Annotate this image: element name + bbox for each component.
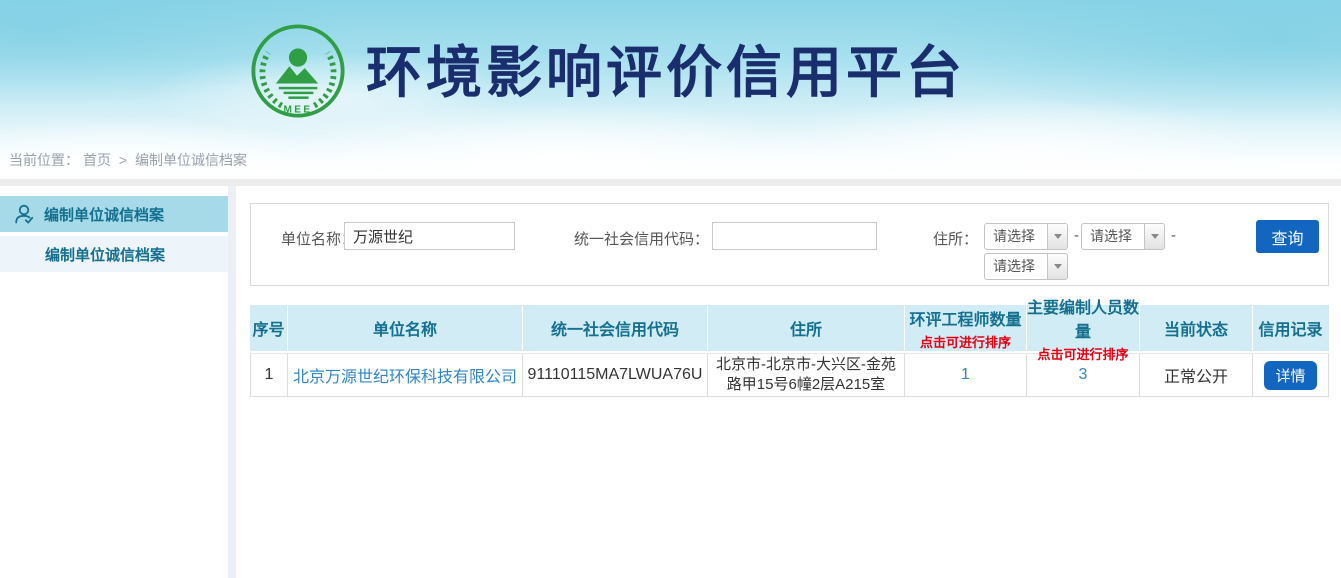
- city-select[interactable]: 请选择: [1081, 223, 1165, 250]
- province-select-value: 请选择: [985, 224, 1047, 249]
- col-header-staff-count-label: 主要编制人员数量: [1027, 294, 1139, 342]
- address-text: 北京市-北京市-大兴区-金苑路甲15号6幢2层A215室: [708, 355, 904, 396]
- page: MEE 环境影响评价信用平台 当前位置：首页 > 编制单位诚信档案 编制单位诚信…: [0, 0, 1341, 578]
- col-header-engineer-count-sortable[interactable]: 环评工程师数量 点击可进行排序: [905, 305, 1027, 351]
- staff-count-link[interactable]: 3: [1079, 366, 1088, 384]
- col-header-credit-code: 统一社会信用代码: [523, 305, 708, 351]
- sidebar-item-label: 编制单位诚信档案: [44, 204, 164, 225]
- cell-address: 北京市-北京市-大兴区-金苑路甲15号6幢2层A215室: [708, 354, 905, 396]
- sidebar-subitem-label: 编制单位诚信档案: [45, 244, 165, 265]
- chevron-down-icon: [1151, 234, 1159, 239]
- user-check-icon: [13, 203, 35, 225]
- district-select-button[interactable]: [1047, 254, 1067, 279]
- cell-credit-code: 91110115MA7LWUA76U: [523, 354, 708, 396]
- chevron-down-icon: [1054, 264, 1062, 269]
- district-select[interactable]: 请选择: [984, 253, 1068, 280]
- credit-code-label: 统一社会信用代码：: [569, 228, 709, 249]
- col-header-address: 住所: [708, 305, 905, 351]
- main-panel: 单位名称： 统一社会信用代码： 住所： 请选择 - 请选择 - 请选择: [236, 186, 1341, 578]
- unit-name-input[interactable]: [344, 222, 515, 250]
- col-header-engineer-count-label: 环评工程师数量: [909, 306, 1021, 330]
- sidebar: 编制单位诚信档案 编制单位诚信档案: [0, 186, 228, 578]
- sort-hint: 点击可进行排序: [920, 332, 1011, 351]
- breadcrumb-current: 编制单位诚信档案: [135, 152, 247, 168]
- table-row: 1 北京万源世纪环保科技有限公司 91110115MA7LWUA76U 北京市-…: [250, 353, 1329, 397]
- breadcrumb-prefix: 当前位置：: [9, 152, 79, 168]
- mee-logo-text: MEE: [283, 104, 312, 115]
- breadcrumb: 当前位置：首页 > 编制单位诚信档案: [9, 150, 251, 170]
- site-header: MEE 环境影响评价信用平台 当前位置：首页 > 编制单位诚信档案: [0, 0, 1341, 179]
- cell-status: 正常公开: [1140, 354, 1253, 396]
- query-button[interactable]: 查询: [1256, 220, 1319, 253]
- credit-code-input[interactable]: [712, 222, 877, 250]
- province-select[interactable]: 请选择: [984, 223, 1068, 250]
- header-divider: [0, 179, 1341, 186]
- cell-action: 详情: [1253, 354, 1328, 396]
- breadcrumb-home-link[interactable]: 首页: [83, 152, 111, 168]
- city-select-button[interactable]: [1144, 224, 1164, 249]
- district-select-value: 请选择: [985, 254, 1047, 279]
- sidebar-subitem-credit-archive[interactable]: 编制单位诚信档案: [0, 236, 228, 272]
- col-header-unit-name: 单位名称: [288, 305, 523, 351]
- cell-engineer-count: 1: [905, 354, 1027, 396]
- content-area: 编制单位诚信档案 编制单位诚信档案 单位名称： 统一社会信用代码： 住所： 请选…: [0, 186, 1341, 578]
- col-header-status: 当前状态: [1140, 305, 1253, 351]
- results-table: 序号 单位名称 统一社会信用代码 住所 环评工程师数量 点击可进行排序 主要编制…: [250, 305, 1329, 397]
- address-label: 住所：: [933, 228, 978, 249]
- col-header-credit-record: 信用记录: [1253, 305, 1328, 351]
- search-panel: 单位名称： 统一社会信用代码： 住所： 请选择 - 请选择 - 请选择: [250, 203, 1329, 286]
- engineer-count-link[interactable]: 1: [961, 366, 970, 384]
- city-select-value: 请选择: [1082, 224, 1144, 249]
- breadcrumb-separator: >: [119, 152, 127, 168]
- sidebar-item-credit-archive[interactable]: 编制单位诚信档案: [0, 196, 228, 232]
- mee-logo: MEE: [250, 23, 346, 119]
- col-header-staff-count-sortable[interactable]: 主要编制人员数量 点击可进行排序: [1027, 305, 1140, 351]
- unit-name-link[interactable]: 北京万源世纪环保科技有限公司: [293, 363, 517, 387]
- province-select-button[interactable]: [1047, 224, 1067, 249]
- cell-staff-count: 3: [1027, 354, 1140, 396]
- detail-button[interactable]: 详情: [1264, 361, 1317, 390]
- col-header-index: 序号: [250, 305, 288, 351]
- cell-index: 1: [251, 354, 288, 396]
- page-title: 环境影响评价信用平台: [366, 33, 966, 113]
- sidebar-divider: [228, 186, 236, 578]
- table-header-row: 序号 单位名称 统一社会信用代码 住所 环评工程师数量 点击可进行排序 主要编制…: [250, 305, 1329, 351]
- chevron-down-icon: [1054, 234, 1062, 239]
- cell-unit-name: 北京万源世纪环保科技有限公司: [288, 354, 523, 396]
- address-dash-2: -: [1171, 227, 1176, 244]
- address-dash-1: -: [1074, 227, 1079, 244]
